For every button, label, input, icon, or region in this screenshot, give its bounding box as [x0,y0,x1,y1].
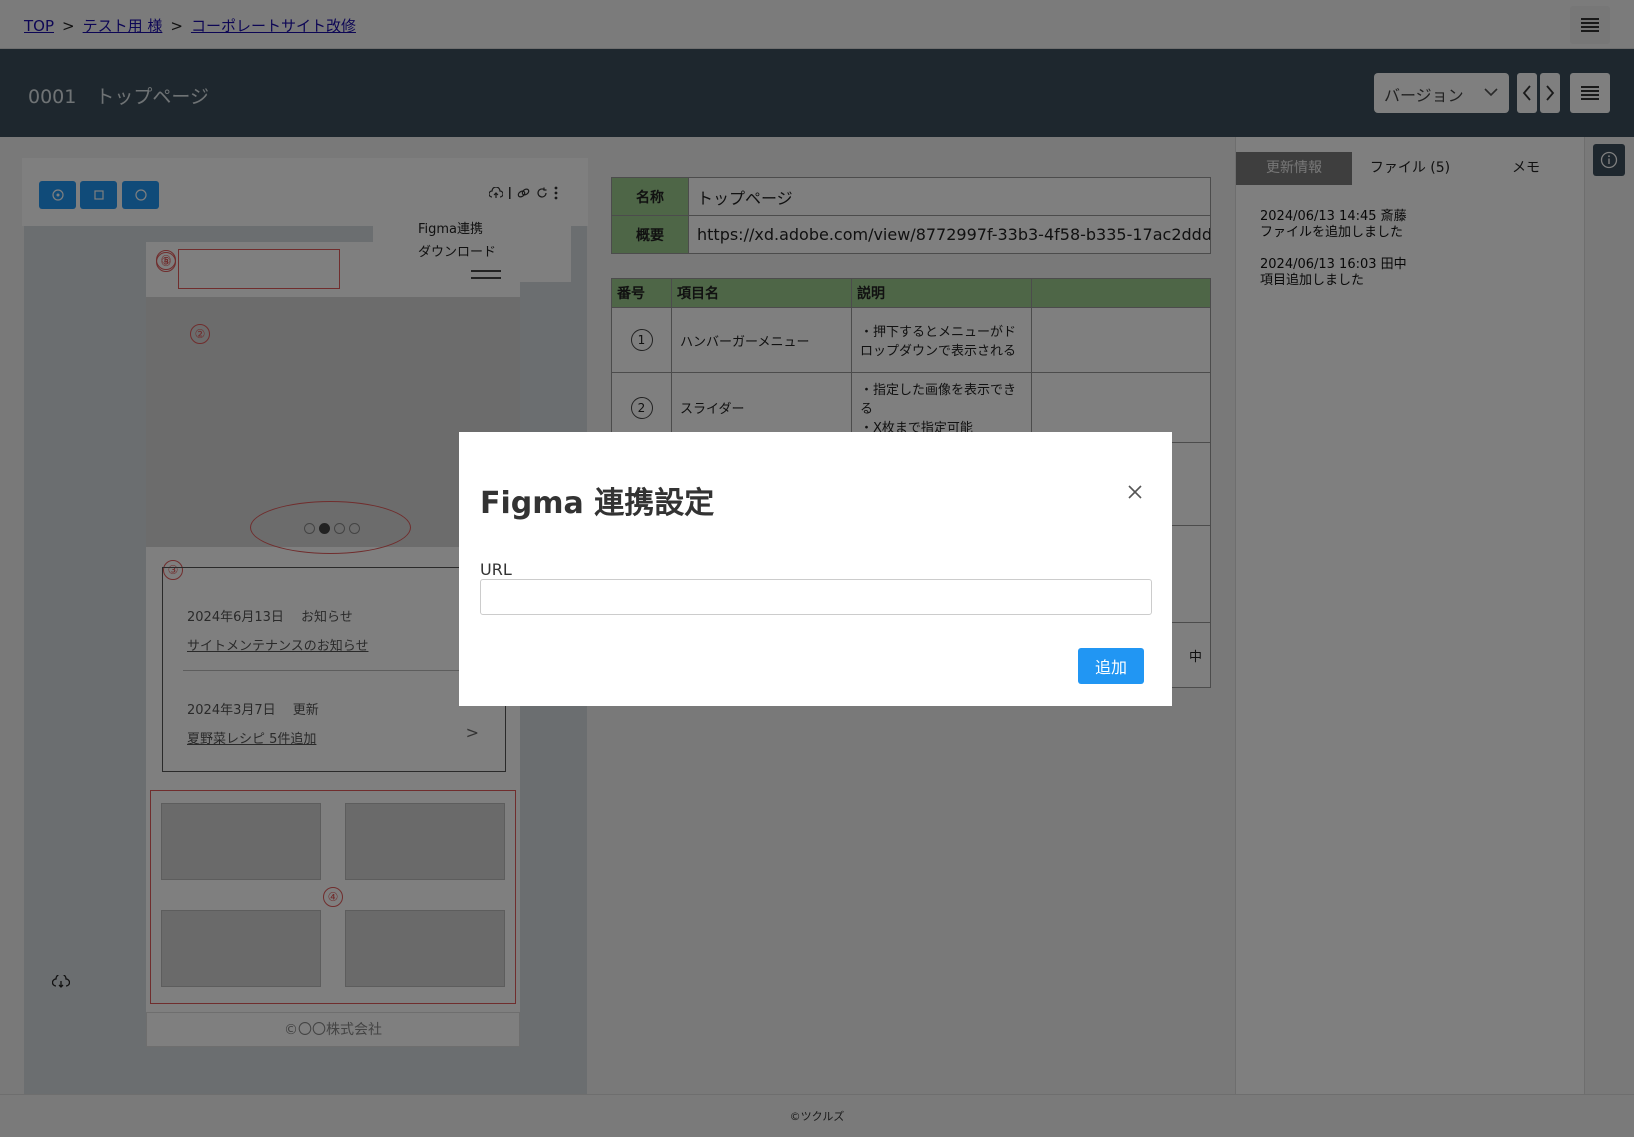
figma-settings-modal: Figma 連携設定 URL 追加 [459,432,1172,706]
url-label: URL [480,560,512,579]
url-input[interactable] [480,579,1152,615]
modal-title: Figma 連携設定 [480,486,715,521]
close-icon [1128,485,1142,499]
modal-close-button[interactable] [1127,484,1143,504]
add-button[interactable]: 追加 [1078,648,1144,684]
